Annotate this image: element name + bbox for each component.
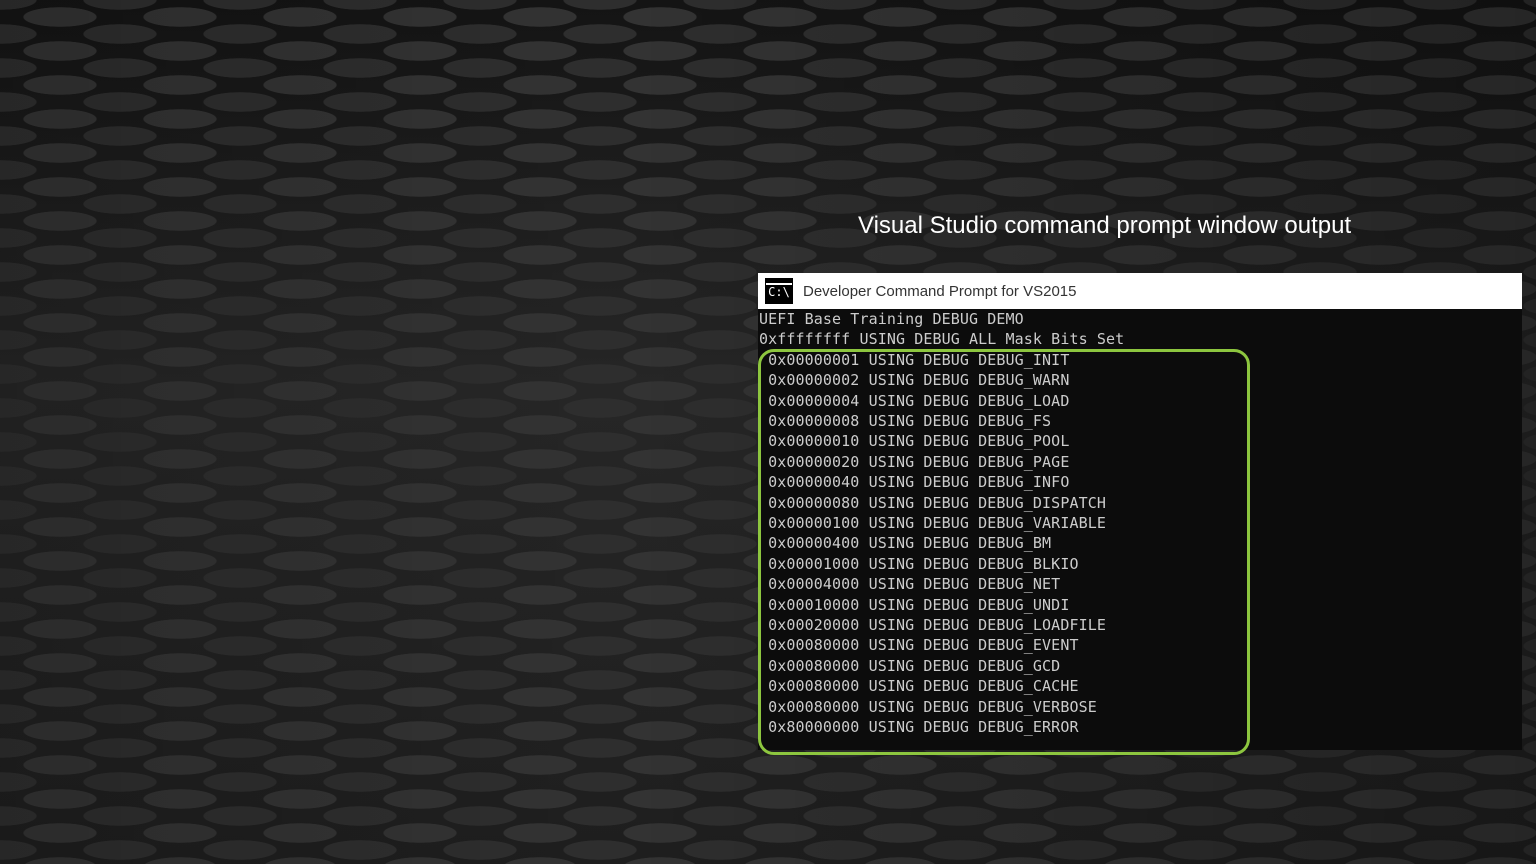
console-line: 0x00000400 USING DEBUG DEBUG_BM [759, 534, 1052, 553]
console-line: 0x00020000 USING DEBUG DEBUG_LOADFILE [759, 616, 1106, 634]
console-line: 0x00001000 USING DEBUG DEBUG_BLKIO [759, 554, 1079, 573]
console-icon: C:\ [765, 278, 793, 304]
console-line: UEFI Base Training DEBUG DEMO [759, 310, 1024, 328]
console-line: 0x00004000 USING DEBUG DEBUG_NET [759, 575, 1061, 594]
console-line: 0x00000010 USING DEBUG DEBUG_POOL [759, 432, 1070, 451]
console-line: 0x00080000 USING DEBUG DEBUG_CACHE [759, 677, 1079, 696]
window-title: Developer Command Prompt for VS2015 [803, 282, 1077, 300]
console-line: 0x00080000 USING DEBUG DEBUG_VERBOSE [759, 697, 1097, 716]
console-line: 0x00000020 USING DEBUG DEBUG_PAGE [759, 452, 1070, 471]
command-prompt-window[interactable]: C:\ Developer Command Prompt for VS2015 … [758, 273, 1522, 750]
console-line: 0x00010000 USING DEBUG DEBUG_UNDI [759, 595, 1070, 614]
slide-caption: Visual Studio command prompt window outp… [858, 212, 1352, 239]
console-line: 0x00000080 USING DEBUG DEBUG_DISPATCH [759, 493, 1106, 512]
console-line: 0x00080000 USING DEBUG DEBUG_EVENT [759, 636, 1079, 655]
console-line: 0x00000002 USING DEBUG DEBUG_WARN [759, 371, 1070, 390]
console-line: 0x80000000 USING DEBUG DEBUG_ERROR [759, 718, 1079, 736]
console-line: 0x00000008 USING DEBUG DEBUG_FS [759, 412, 1052, 430]
console-line: 0xffffffff USING DEBUG ALL Mask Bits Set [759, 330, 1125, 349]
slide-background: Visual Studio command prompt window outp… [0, 0, 1536, 864]
window-titlebar[interactable]: C:\ Developer Command Prompt for VS2015 [758, 273, 1522, 309]
console-line: 0x00000001 USING DEBUG DEBUG_INIT [759, 350, 1070, 369]
console-line: 0x00000004 USING DEBUG DEBUG_LOAD [759, 391, 1070, 410]
console-line: 0x00000040 USING DEBUG DEBUG_INFO [759, 473, 1070, 492]
console-line: 0x00000100 USING DEBUG DEBUG_VARIABLE [759, 514, 1106, 532]
console-line: 0x00080000 USING DEBUG DEBUG_GCD [759, 656, 1061, 675]
